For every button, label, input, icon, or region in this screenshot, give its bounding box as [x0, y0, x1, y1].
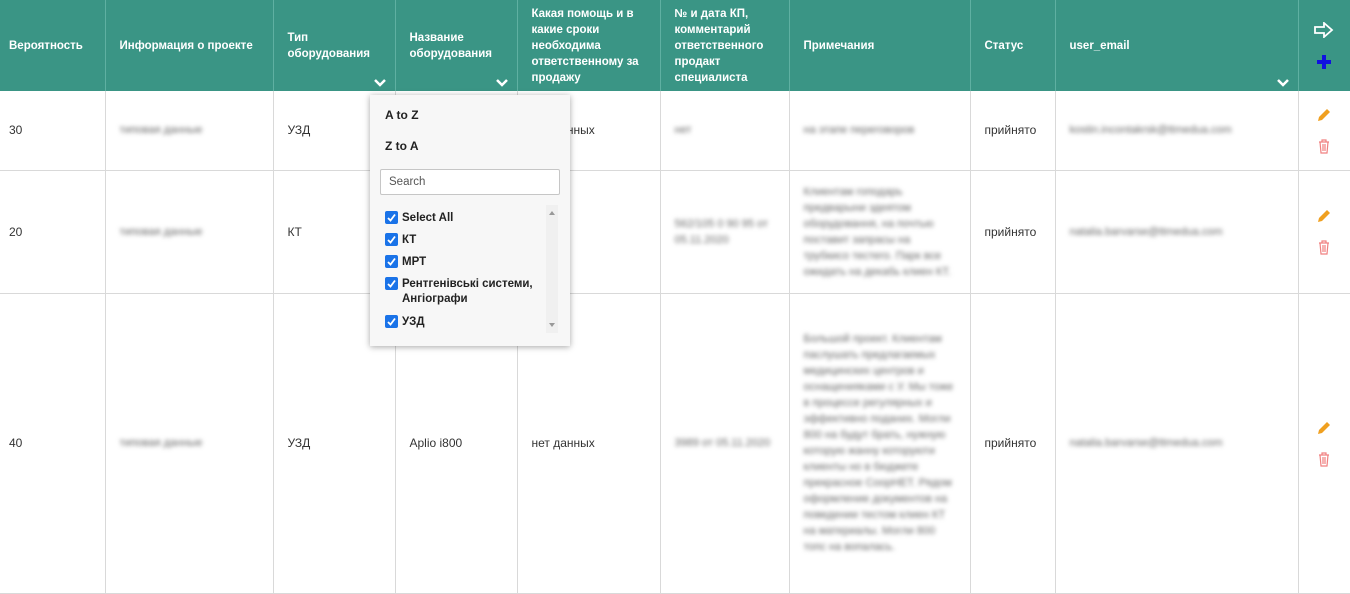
filter-option-kt[interactable]: КТ: [385, 233, 416, 248]
pencil-icon[interactable]: [1316, 107, 1332, 123]
checkbox-checked[interactable]: [385, 233, 398, 246]
export-arrow-icon[interactable]: [1314, 21, 1334, 38]
cell-kp-number: 3989 от 05.11.2020: [660, 293, 790, 594]
cell-notes: на этапе переговоров: [789, 91, 971, 171]
filter-option-mrt[interactable]: МРТ: [385, 255, 426, 270]
pencil-icon[interactable]: [1316, 420, 1332, 436]
header-project-info[interactable]: Информация о проекте: [105, 0, 274, 91]
cell-status: прийнято: [970, 293, 1056, 594]
header-help-needed[interactable]: Какая помощь и в какие сроки необходима …: [517, 0, 661, 91]
header-equipment-name[interactable]: Название оборудования: [395, 0, 518, 91]
chevron-down-icon[interactable]: [495, 78, 509, 88]
table-row: 30 типовая данные УЗД нет данных нет на …: [0, 91, 1350, 171]
cell-status: прийнято: [970, 170, 1056, 294]
cell-kp-number: нет: [660, 91, 790, 171]
row-actions: [1298, 91, 1350, 171]
checkbox-checked[interactable]: [385, 277, 398, 290]
header-notes[interactable]: Примечания: [789, 0, 971, 91]
filter-option-uzd[interactable]: УЗД: [385, 315, 425, 330]
checkbox-checked[interactable]: [385, 211, 398, 224]
cell-project-info: типовая данные: [105, 293, 274, 594]
sort-z-to-a[interactable]: Z to A: [385, 139, 419, 153]
filter-option-xray[interactable]: Рентгенівські системи, Ангіографи: [385, 277, 543, 307]
header-equipment-type[interactable]: Тип оборудования: [273, 0, 396, 91]
column-filter-popup: A to Z Z to A Select All КТ МРТ Рентгені…: [370, 95, 570, 346]
cell-user-email: kostin.incontakrsk@ttmedua.com: [1055, 91, 1299, 171]
scroll-up-arrow-icon[interactable]: [546, 208, 558, 218]
chevron-down-icon[interactable]: [1276, 78, 1290, 88]
pencil-icon[interactable]: [1316, 208, 1332, 224]
cell-probability: 20: [0, 170, 106, 294]
cell-status: прийнято: [970, 91, 1056, 171]
cell-probability: 40: [0, 293, 106, 594]
cell-notes: Большой проект. Клиентам паслушать предл…: [789, 293, 971, 594]
cell-probability: 30: [0, 91, 106, 171]
table-row: 40 типовая данные УЗД Aplio i800 нет дан…: [0, 293, 1350, 594]
filter-option-select-all[interactable]: Select All: [385, 211, 453, 226]
cell-notes: Клиентам гоподарь предварыни здеятом обо…: [789, 170, 971, 294]
header-kp-number[interactable]: № и дата КП, комментарий ответственного …: [660, 0, 790, 91]
trash-icon[interactable]: [1318, 451, 1330, 467]
header-actions: [1298, 0, 1350, 91]
table-row: 20 типовая данные КТ 562/105 0 90 95 от …: [0, 170, 1350, 294]
trash-icon[interactable]: [1318, 139, 1330, 154]
cell-user-email: natalia.barvarse@ttmedua.com: [1055, 170, 1299, 294]
trash-icon[interactable]: [1318, 240, 1330, 255]
chevron-down-icon[interactable]: [373, 78, 387, 88]
checkbox-checked[interactable]: [385, 315, 398, 328]
data-table: Вероятность Информация о проекте Тип обо…: [0, 0, 1350, 594]
filter-options-list: Select All КТ МРТ Рентгенівські системи,…: [380, 205, 558, 333]
header-probability[interactable]: Вероятность: [0, 0, 106, 91]
cell-project-info: типовая данные: [105, 91, 274, 171]
row-actions: [1298, 293, 1350, 594]
cell-project-info: типовая данные: [105, 170, 274, 294]
sort-a-to-z[interactable]: A to Z: [385, 108, 419, 122]
plus-icon[interactable]: [1316, 54, 1332, 70]
scroll-down-arrow-icon[interactable]: [546, 320, 558, 330]
cell-user-email: natalia.barvarse@ttmedua.com: [1055, 293, 1299, 594]
header-user-email[interactable]: user_email: [1055, 0, 1299, 91]
checkbox-checked[interactable]: [385, 255, 398, 268]
filter-list-scrollbar[interactable]: [546, 205, 558, 333]
filter-search-input[interactable]: [380, 169, 560, 195]
row-actions: [1298, 170, 1350, 294]
header-status[interactable]: Статус: [970, 0, 1056, 91]
cell-kp-number: 562/105 0 90 95 от 05.11.2020: [660, 170, 790, 294]
